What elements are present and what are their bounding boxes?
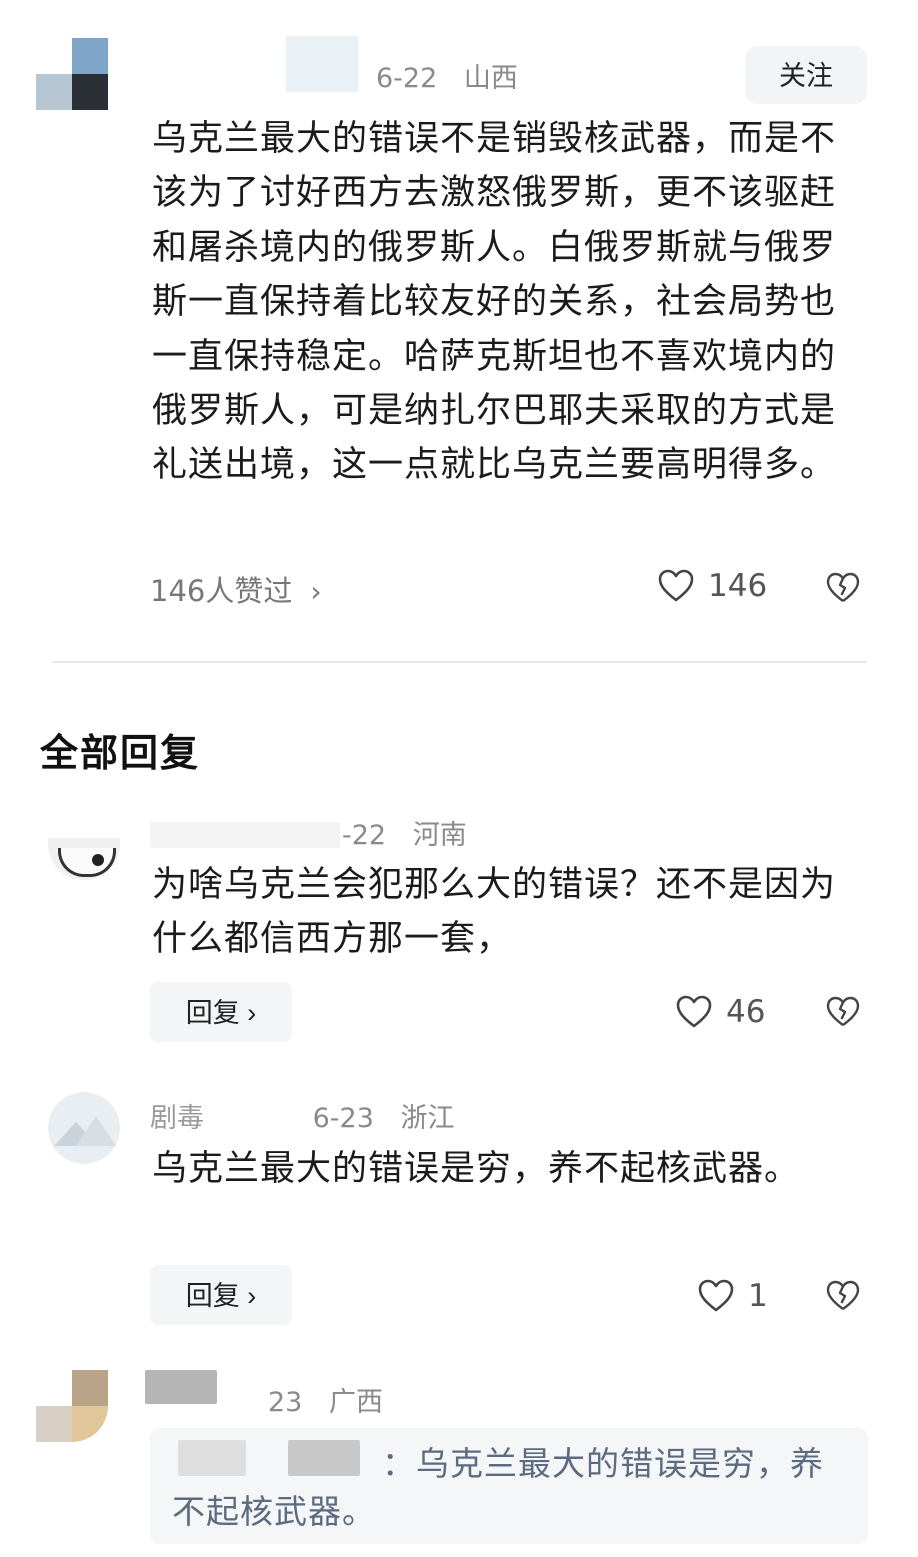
post-date: 6-22 bbox=[376, 63, 438, 94]
reply-meta: -22 河南 bbox=[342, 813, 485, 852]
chevron-right-icon: › bbox=[310, 575, 322, 608]
heart-outline-icon bbox=[676, 995, 712, 1028]
reply-date: 23 bbox=[268, 1387, 303, 1418]
reply-username: 剧毒 bbox=[150, 1103, 204, 1134]
reply-meta: 剧毒 6-23 浙江 bbox=[150, 1096, 472, 1135]
reply-avatar[interactable] bbox=[36, 1370, 108, 1442]
quoted-reply-text: ：乌克兰最大的错误是穷，养不起核武器。 bbox=[172, 1440, 852, 1536]
chevron-right-icon: › bbox=[239, 1281, 257, 1311]
reply-like-button[interactable]: 46 bbox=[676, 994, 765, 1030]
reply-location: 浙江 bbox=[400, 1103, 455, 1134]
reply-date: 6-23 bbox=[312, 1103, 374, 1134]
post-meta: 6-22 山西 bbox=[376, 56, 536, 95]
reply-location: 河南 bbox=[412, 820, 467, 851]
heart-outline-icon bbox=[698, 1279, 734, 1312]
quote-separator: ： bbox=[382, 1444, 416, 1483]
reply-button[interactable]: 回复 › bbox=[150, 982, 292, 1042]
reply-name-redacted bbox=[150, 822, 340, 848]
post-location: 山西 bbox=[463, 63, 518, 94]
post-text: 乌克兰最大的错误不是销毁核武器，而是不该为了讨好西方去激怒俄罗斯，更不该驱赶和屠… bbox=[152, 119, 837, 486]
liked-by-link[interactable]: 146人赞过 › bbox=[150, 568, 322, 610]
broken-heart-icon bbox=[826, 996, 860, 1026]
post-like-count: 146 bbox=[708, 568, 768, 604]
reply-location: 广西 bbox=[328, 1387, 383, 1418]
follow-button[interactable]: 关注 bbox=[745, 46, 867, 104]
reply-like-count: 46 bbox=[726, 994, 766, 1030]
section-title: 全部回复 bbox=[40, 731, 201, 775]
reply-text: 为啥乌克兰会犯那么大的错误？还不是因为什么都信西方那一套， bbox=[152, 865, 837, 960]
reply-dislike-button[interactable] bbox=[826, 996, 860, 1028]
reply-avatar[interactable] bbox=[48, 1092, 120, 1164]
broken-heart-icon bbox=[826, 572, 860, 602]
reply-name-redacted bbox=[145, 1370, 217, 1404]
reply-text: 乌克兰最大的错误是穷，养不起核武器。 bbox=[152, 1149, 801, 1189]
author-name-redacted bbox=[286, 36, 358, 92]
reply-like-button[interactable]: 1 bbox=[698, 1278, 768, 1314]
reply-avatar[interactable] bbox=[48, 808, 120, 880]
broken-heart-icon bbox=[826, 1280, 860, 1310]
divider bbox=[52, 661, 866, 663]
liked-by-label: 146人赞过 bbox=[150, 574, 293, 608]
post-like-button[interactable]: 146 bbox=[658, 568, 767, 604]
quote-content: 乌克兰最大的错误是穷，养不起核武器。 bbox=[172, 1444, 824, 1531]
author-avatar[interactable] bbox=[36, 38, 108, 110]
heart-outline-icon bbox=[658, 569, 694, 602]
reply-meta: 23 广西 bbox=[268, 1380, 401, 1419]
reply-date: -22 bbox=[342, 820, 387, 851]
reply-button-label: 回复 bbox=[185, 998, 240, 1028]
reply-dislike-button[interactable] bbox=[826, 1280, 860, 1312]
chevron-right-icon: › bbox=[239, 998, 257, 1028]
reply-button[interactable]: 回复 › bbox=[150, 1265, 292, 1325]
reply-like-count: 1 bbox=[748, 1278, 768, 1314]
post-dislike-button[interactable] bbox=[826, 572, 860, 604]
reply-button-label: 回复 bbox=[185, 1281, 240, 1311]
